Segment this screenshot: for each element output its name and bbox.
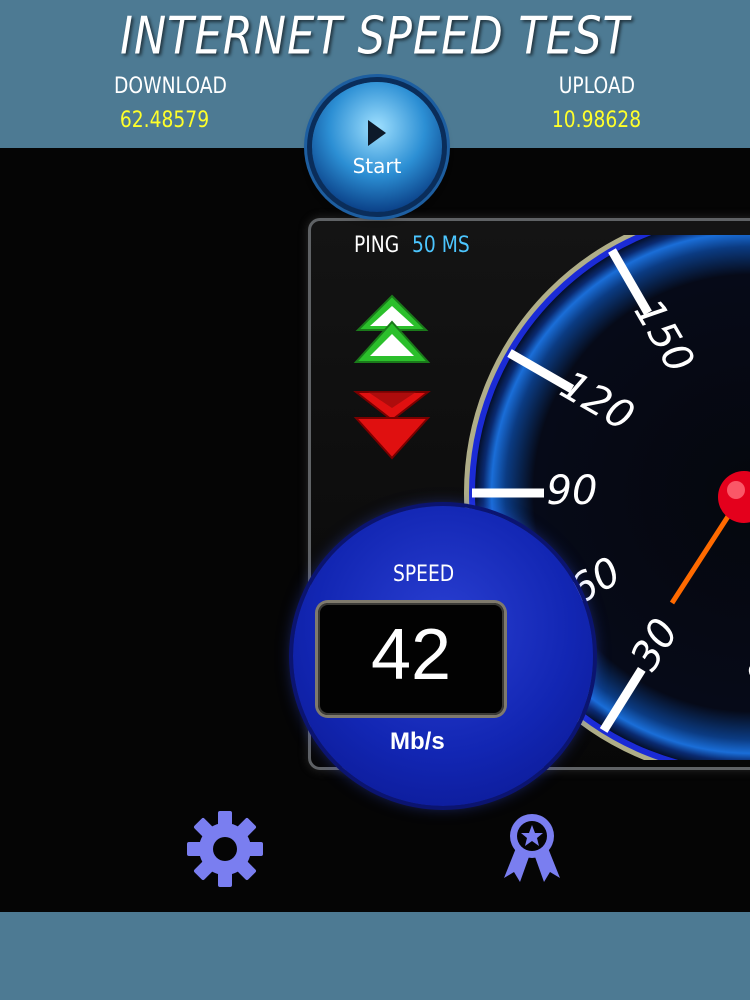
start-label: Start (352, 154, 402, 178)
ping-label: PING (354, 233, 400, 258)
download-label: DOWNLOAD (113, 74, 227, 99)
ping-arrows (353, 294, 431, 460)
gauge-label: 0 (742, 658, 750, 687)
download-value: 62.48579 (119, 108, 210, 133)
gear-icon (187, 811, 263, 887)
award-ribbon-icon (504, 814, 560, 882)
award-button[interactable] (496, 812, 568, 884)
double-down-arrow-icon (353, 391, 431, 460)
footer-bar (0, 912, 750, 1000)
speed-label: SPEED (393, 562, 455, 587)
app-title: INTERNET SPEED TEST (120, 5, 630, 67)
upload-value: 10.98628 (551, 108, 642, 133)
speed-value: 42 (370, 615, 452, 695)
upload-label: UPLOAD (558, 74, 636, 99)
settings-button[interactable] (186, 810, 264, 888)
start-button[interactable]: Start (312, 82, 442, 212)
gauge-label: 90 (547, 468, 598, 514)
speed-unit: Mb/s (390, 728, 445, 755)
play-icon (368, 120, 386, 146)
double-up-arrow-icon (353, 294, 431, 363)
